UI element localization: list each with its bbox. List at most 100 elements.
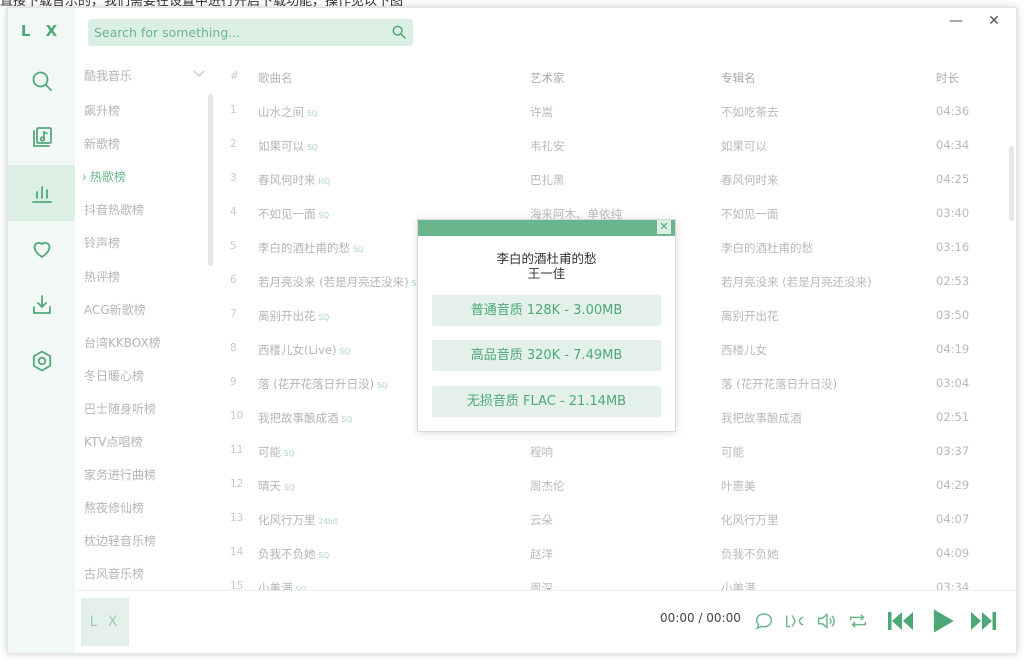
board-item[interactable]: 抖音热歌榜	[84, 201, 144, 218]
song-duration: 04:07	[936, 512, 970, 526]
song-name: 春风何时来	[258, 173, 316, 187]
song-row[interactable]: 12 晴天 SQ 周杰伦 叶惠美 04:29	[220, 468, 1016, 502]
board-item[interactable]: › 热歌榜	[82, 168, 126, 185]
nav-song-list[interactable]	[8, 109, 75, 165]
song-list-header: # 歌曲名 艺术家 专辑名 时长	[220, 60, 1016, 94]
active-marker: ›	[82, 170, 87, 185]
board-item[interactable]: 热评榜	[84, 268, 120, 285]
play-button[interactable]	[928, 607, 956, 635]
lyrics-button[interactable]	[784, 610, 806, 632]
board-item[interactable]: 铃声榜	[84, 234, 120, 251]
repeat-icon	[849, 614, 867, 628]
song-list-scrollbar[interactable]	[1009, 146, 1014, 221]
quality-standard-button[interactable]: 普通音质 128K - 3.00MB	[432, 295, 661, 326]
board-item[interactable]: 熬夜修仙榜	[84, 499, 144, 516]
nav-leaderboard[interactable]	[8, 165, 75, 221]
board-label: ACG新歌榜	[84, 302, 146, 317]
song-artist: 云朵	[530, 513, 553, 527]
search-icon	[32, 71, 52, 91]
board-item[interactable]: 家务进行曲榜	[84, 466, 156, 483]
volume-icon	[817, 613, 835, 629]
dialog-close-button[interactable]: ✕	[657, 220, 671, 234]
download-quality-dialog: ✕ 李白的酒杜甫的愁 王一佳 普通音质 128K - 3.00MB 高品音质 3…	[417, 219, 676, 432]
song-row[interactable]: 1 山水之间 SQ 许嵩 不如吃茶去 04:36	[220, 94, 1016, 128]
nav-download[interactable]	[8, 277, 75, 333]
song-row[interactable]: 13 化风行万里 24bit 云朵 化风行万里 04:07	[220, 502, 1016, 536]
song-artist: 韦礼安	[530, 139, 565, 153]
board-item[interactable]: KTV点唱榜	[84, 433, 142, 450]
song-name: 晴天	[258, 479, 281, 493]
quality-badge: 24bit	[318, 517, 338, 526]
song-number: 13	[230, 512, 244, 524]
board-label: 古风音乐榜	[84, 567, 145, 582]
search-input[interactable]	[88, 19, 378, 46]
song-album: 叶惠美	[721, 479, 756, 493]
board-label: 巴士随身听榜	[84, 401, 157, 416]
song-name: 不如见一面	[258, 207, 316, 221]
song-number: 9	[230, 376, 237, 388]
quality-badge: SQ	[318, 211, 330, 220]
board-item[interactable]: 巴士随身听榜	[84, 400, 156, 417]
board-item[interactable]: ACG新歌榜	[84, 301, 146, 318]
song-row[interactable]: 14 负我不负她 SQ 赵洋 负我不负她 04:09	[220, 536, 1016, 570]
album-cover[interactable]: L X	[81, 598, 129, 646]
board-item[interactable]: 飙升榜	[84, 102, 120, 119]
quality-badge: SQ	[284, 483, 295, 492]
song-number: 7	[230, 308, 237, 320]
quality-lossless-button[interactable]: 无损音质 FLAC - 21.14MB	[432, 386, 661, 417]
song-number: 4	[230, 206, 237, 218]
board-item[interactable]: 台湾KKBOX榜	[84, 334, 161, 351]
previous-button[interactable]	[887, 608, 915, 634]
dialog-song-info: 李白的酒杜甫的愁 王一佳	[418, 251, 675, 281]
song-row[interactable]: 11 可能 SQ 程响 可能 03:37	[220, 434, 1016, 468]
skip-next-icon	[971, 612, 996, 630]
board-label: 飙升榜	[84, 104, 121, 118]
app-logo: L X	[20, 22, 63, 40]
quality-badge: SQ	[318, 551, 330, 560]
board-item[interactable]: 新歌榜	[84, 135, 120, 152]
side-nav: L X	[8, 8, 75, 653]
col-number: #	[230, 70, 239, 82]
quality-high-button[interactable]: 高品音质 320K - 7.49MB	[432, 340, 661, 371]
board-item[interactable]: 古风音乐榜	[84, 565, 144, 582]
board-item[interactable]: 枕边轻音乐榜	[84, 532, 156, 549]
song-duration: 02:53	[936, 274, 970, 288]
repeat-button[interactable]	[847, 610, 869, 632]
song-row[interactable]: 3 春风何时来 HQ 巴扎黑 春风何时来 04:25	[220, 162, 1016, 196]
board-label: 熬夜修仙榜	[84, 501, 145, 516]
download-icon	[32, 295, 51, 314]
chevron-down-icon[interactable]	[193, 67, 205, 79]
next-button[interactable]	[969, 608, 997, 634]
nav-search[interactable]	[8, 53, 75, 109]
song-name: 负我不负她	[258, 547, 316, 561]
song-number: 3	[230, 172, 237, 184]
board-list-scrollbar[interactable]	[208, 94, 213, 266]
song-name-cell: 化风行万里 24bit	[258, 512, 518, 528]
board-label: 新歌榜	[84, 137, 121, 152]
song-duration: 04:29	[936, 478, 970, 492]
song-artist: 程响	[530, 445, 553, 459]
search-icon[interactable]	[391, 24, 407, 40]
comment-button[interactable]	[754, 610, 776, 632]
board-label: 热歌榜	[89, 170, 126, 185]
source-select[interactable]: 酷我音乐	[84, 67, 132, 84]
nav-settings[interactable]	[8, 333, 75, 389]
board-item[interactable]: 冬日暖心榜	[84, 367, 144, 384]
dialog-artist-name: 王一佳	[527, 266, 566, 281]
song-number: 8	[230, 342, 237, 354]
play-icon	[933, 609, 954, 633]
song-album: 西楼儿女	[721, 343, 767, 357]
quality-badge: SQ	[339, 347, 351, 356]
volume-button[interactable]	[815, 610, 837, 632]
board-label: KTV点唱榜	[84, 435, 143, 449]
song-artist: 周杰伦	[530, 479, 565, 493]
minimize-button[interactable]: —	[944, 13, 968, 35]
song-name-cell: 山水之间 SQ	[258, 104, 518, 120]
close-window-button[interactable]: ✕	[982, 13, 1006, 35]
song-row[interactable]: 2 如果可以 SQ 韦礼安 如果可以 04:34	[220, 128, 1016, 162]
board-label: 抖音热歌榜	[84, 203, 145, 218]
song-album: 可能	[721, 445, 744, 459]
col-album: 专辑名	[721, 71, 756, 85]
nav-favorites[interactable]	[8, 221, 75, 277]
comment-icon	[755, 613, 773, 630]
